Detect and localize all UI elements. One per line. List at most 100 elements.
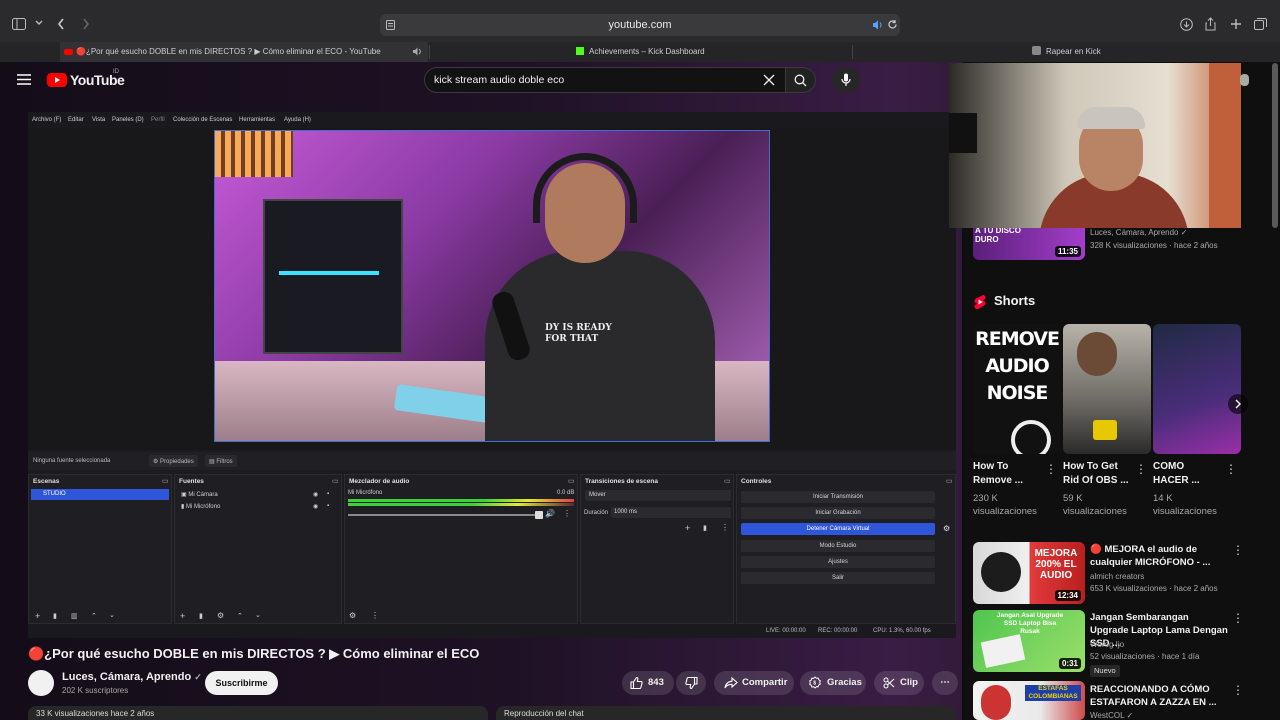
video-channel[interactable]: almich creators: [1090, 571, 1144, 583]
tab-youtube[interactable]: 🔴¿Por qué esucho DOBLE en mis DIRECTOS ?…: [60, 42, 428, 62]
forward-icon[interactable]: [82, 18, 90, 30]
more-options-icon[interactable]: ⋮: [1232, 543, 1244, 557]
eye-icon[interactable]: ◉: [313, 503, 318, 510]
more-options-icon[interactable]: ⋮: [1232, 683, 1244, 697]
up-arrow-icon[interactable]: ⌃: [91, 612, 97, 620]
dislike-button[interactable]: [676, 671, 706, 695]
tab-rapear-kick[interactable]: Rapear en Kick: [1032, 42, 1172, 62]
gear-icon[interactable]: ⚙: [943, 524, 950, 533]
start-streaming-button[interactable]: Iniciar Transmisión: [741, 491, 935, 503]
filter-icon[interactable]: ▥: [71, 612, 78, 620]
back-icon[interactable]: [57, 18, 65, 30]
stop-virtual-camera-button[interactable]: Detener Cámara Virtual: [741, 523, 935, 535]
short-title[interactable]: COMO HACER ...: [1153, 460, 1215, 488]
more-options-icon[interactable]: ⋮: [1045, 462, 1057, 476]
video-channel[interactable]: Luces, Cámara, Aprendo ✓: [1090, 227, 1187, 239]
dock-menu-icon[interactable]: ▭: [332, 477, 339, 485]
tab-overview-icon[interactable]: [1254, 18, 1267, 30]
laptop-image: [980, 634, 1026, 668]
more-options-icon[interactable]: ⋮: [371, 611, 379, 620]
clear-search-icon[interactable]: [763, 74, 775, 86]
gear-icon[interactable]: ⚙: [217, 611, 224, 620]
obs-properties-button[interactable]: ⚙ Propiedades: [149, 455, 198, 467]
thanks-button[interactable]: $ Gracias: [800, 671, 866, 695]
dock-menu-icon[interactable]: ▭: [568, 477, 575, 485]
trash-icon[interactable]: ▮: [703, 524, 707, 532]
search-input[interactable]: kick stream audio doble eco: [434, 74, 564, 86]
scrollbar[interactable]: [1272, 63, 1278, 228]
trash-icon[interactable]: ▮: [53, 612, 57, 620]
more-options-icon[interactable]: ⋮: [1225, 462, 1237, 476]
tab-kick-dashboard[interactable]: Achievements – Kick Dashboard: [576, 42, 836, 62]
scene-item[interactable]: STUDIO: [31, 489, 169, 500]
share-icon[interactable]: [1205, 17, 1216, 31]
eye-icon[interactable]: ◉: [313, 491, 318, 498]
more-options-icon[interactable]: ⋮: [1232, 611, 1244, 625]
settings-button[interactable]: Ajustes: [741, 556, 935, 568]
speaker-icon[interactable]: 🔊: [545, 509, 555, 518]
down-arrow-icon[interactable]: ⌄: [109, 611, 115, 619]
add-icon[interactable]: +: [180, 611, 185, 621]
subscribe-button[interactable]: Suscribirme: [205, 671, 278, 695]
youtube-logo[interactable]: YouTube ID: [47, 69, 127, 88]
video-channel[interactable]: Werog Ijo: [1090, 639, 1124, 651]
chat-replay[interactable]: Reproducción del chat: [496, 706, 956, 720]
search-box[interactable]: kick stream audio doble eco: [424, 67, 786, 93]
video-title-link[interactable]: 🔴 MEJORA el audio de cualquier MICRÓFONO…: [1090, 543, 1228, 569]
up-arrow-icon[interactable]: ⌃: [237, 612, 243, 620]
share-button[interactable]: Compartir: [714, 671, 794, 695]
shorts-next-button[interactable]: [1228, 394, 1248, 414]
video-thumbnail[interactable]: Jangan Asal Upgrade SSD Laptop Bisa Rusa…: [973, 610, 1085, 672]
video-channel[interactable]: WestCOL ✓: [1090, 710, 1133, 720]
address-bar[interactable]: youtube.com: [380, 14, 900, 36]
video-thumbnail[interactable]: ESTAFAS COLOMBIANAS: [973, 681, 1085, 720]
start-recording-button[interactable]: Iniciar Grabación: [741, 507, 935, 519]
clip-button[interactable]: Clip: [874, 671, 924, 695]
more-options-icon[interactable]: ⋮: [1135, 462, 1147, 476]
short-title[interactable]: How To Remove ...: [973, 460, 1035, 488]
duration-input[interactable]: 1000 ms: [611, 507, 731, 518]
dock-menu-icon[interactable]: ▭: [724, 477, 731, 485]
more-options-icon[interactable]: ⋮: [721, 523, 729, 532]
dock-menu-icon[interactable]: ▭: [162, 477, 169, 485]
more-options-icon[interactable]: ⋮: [563, 509, 571, 518]
volume-slider-handle[interactable]: [535, 511, 543, 519]
trash-icon[interactable]: ▮: [199, 612, 203, 620]
channel-avatar[interactable]: [28, 670, 54, 696]
add-icon[interactable]: +: [35, 611, 40, 621]
sidebar-toggle-icon[interactable]: [12, 18, 26, 30]
source-item[interactable]: ▮ Mi Micrófono ◉ ▪: [181, 503, 337, 510]
reload-icon[interactable]: [887, 19, 898, 30]
like-button[interactable]: 843: [622, 671, 674, 695]
download-icon[interactable]: [1180, 18, 1193, 31]
short-thumbnail[interactable]: [1153, 324, 1241, 454]
short-title[interactable]: How To Get Rid Of OBS ...: [1063, 460, 1131, 488]
account-avatar[interactable]: [1240, 74, 1249, 86]
exit-button[interactable]: Salir: [741, 572, 935, 584]
menu-icon[interactable]: [17, 74, 31, 85]
source-item[interactable]: ▣ Mi Cámara ◉ ▪: [181, 491, 337, 498]
add-icon[interactable]: +: [685, 523, 690, 533]
volume-slider[interactable]: [348, 514, 538, 516]
lock-icon[interactable]: ▪: [327, 503, 329, 509]
video-title-link[interactable]: REACCIONANDO A CÓMO ESTAFARON A ZAZZA EN…: [1090, 683, 1228, 709]
studio-mode-button[interactable]: Modo Estudio: [741, 540, 935, 552]
video-description[interactable]: 33 K visualizaciones hace 2 años: [28, 706, 488, 720]
voice-search-button[interactable]: [832, 67, 860, 93]
video-thumbnail[interactable]: MEJORA 200% EL AUDIO 12:34: [973, 542, 1085, 604]
search-button[interactable]: [786, 67, 816, 93]
new-tab-icon[interactable]: [1230, 18, 1242, 30]
tab-speaker-icon[interactable]: [412, 47, 422, 56]
channel-name[interactable]: Luces, Cámara, Aprendo ✓: [62, 671, 202, 683]
down-arrow-icon[interactable]: ⌄: [255, 611, 261, 619]
short-thumbnail[interactable]: [1063, 324, 1151, 454]
more-actions-button[interactable]: ⋯: [932, 671, 958, 695]
gear-icon[interactable]: ⚙: [349, 611, 356, 620]
obs-filters-button[interactable]: ▤ Filtros: [205, 455, 237, 467]
dock-menu-icon[interactable]: ▭: [946, 477, 953, 485]
speaker-icon[interactable]: [872, 20, 883, 30]
transition-select[interactable]: Mover: [585, 490, 731, 501]
chevron-down-icon[interactable]: [35, 20, 43, 26]
lock-icon[interactable]: ▪: [327, 491, 329, 497]
short-thumbnail[interactable]: REMOVE AUDIO NOISE: [973, 324, 1061, 454]
